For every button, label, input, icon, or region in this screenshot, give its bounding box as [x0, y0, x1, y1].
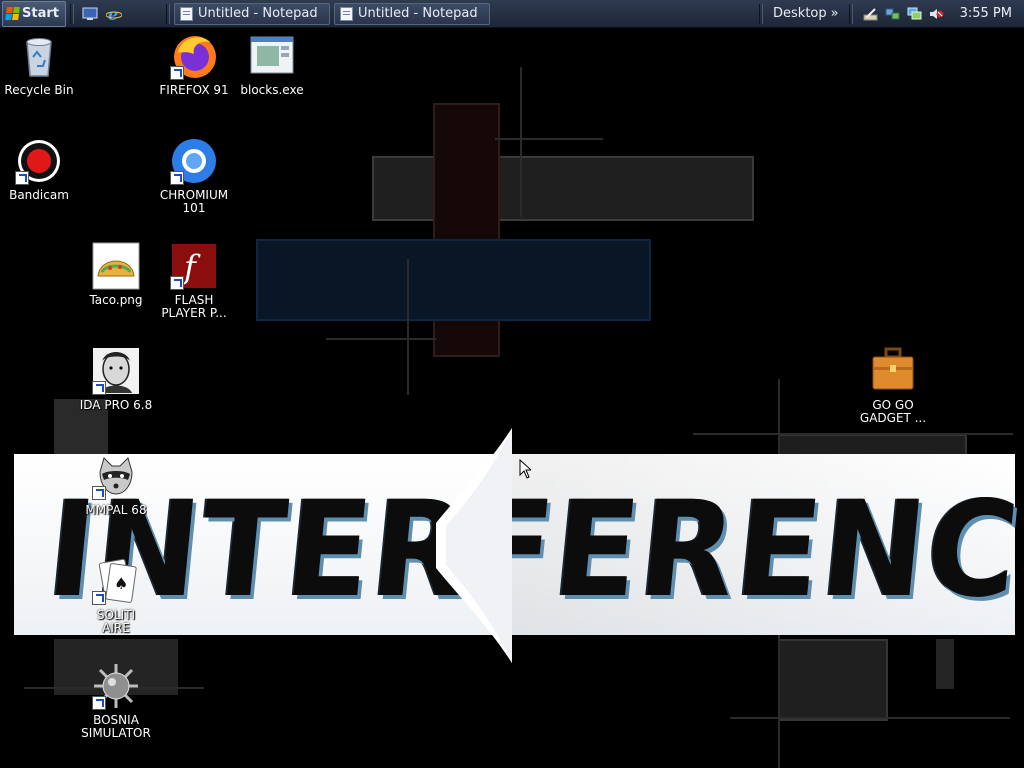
desktop-icon-label: Bandicam: [9, 188, 69, 202]
desktop-icon-flash-player[interactable]: f FLASH PLAYER P...: [149, 242, 239, 320]
wallpaper-line: [520, 67, 522, 217]
desktop-icon-go-go-gadget[interactable]: GO GO GADGET ...: [848, 347, 938, 425]
wallpaper-banner-text: INTERFERENCE: [41, 473, 1024, 627]
chevron-right-icon[interactable]: »: [831, 6, 839, 21]
taskbar-button-label: Untitled - Notepad: [357, 6, 478, 21]
desktop-icon-label: BOSNIA SIMULATOR: [81, 713, 151, 740]
taskbar-button-notepad-2[interactable]: Untitled - Notepad: [333, 2, 490, 25]
taskbar-separator: [848, 3, 853, 24]
taco-image-icon: [92, 242, 140, 290]
wallpaper-line: [407, 259, 409, 395]
svg-text:e: e: [108, 6, 118, 22]
desktop-icon-label: SOLITI AIRE: [96, 608, 136, 635]
desktop-toolbar[interactable]: Desktop »: [767, 6, 845, 21]
desktop-icon-firefox[interactable]: FIREFOX 91: [149, 32, 239, 97]
start-button[interactable]: Start: [2, 0, 66, 27]
windows-logo-icon: [5, 7, 20, 20]
taskbar-separator: [759, 3, 764, 24]
desktop-icon-recycle-bin[interactable]: Recycle Bin: [0, 32, 84, 97]
desktop-icon-label: MMPAL 68: [85, 503, 147, 517]
notepad-icon: [179, 6, 193, 21]
shortcut-arrow-icon: [170, 171, 184, 185]
flash-player-icon: f: [170, 242, 218, 290]
shortcut-arrow-icon: [92, 381, 106, 395]
shortcut-arrow-icon: [92, 486, 106, 500]
svg-text:♠: ♠: [114, 574, 128, 593]
shortcut-arrow-icon: [170, 66, 184, 80]
notepad-icon: [339, 6, 353, 21]
shortcut-arrow-icon: [15, 171, 29, 185]
internet-explorer-icon[interactable]: e: [105, 5, 123, 23]
desktop-toolbar-label: Desktop: [773, 6, 827, 21]
taskbar-button-notepad-1[interactable]: Untitled - Notepad: [173, 2, 330, 25]
taskbar-clock[interactable]: 3:55 PM: [950, 6, 1024, 21]
desktop-icon-label: Taco.png: [89, 293, 143, 307]
desktop-icon-ida-pro[interactable]: IDA PRO 6.8: [71, 347, 161, 412]
firefox-icon: [170, 32, 218, 80]
desktop-icon-label: CHROMIUM 101: [159, 188, 229, 215]
taskbar-separator: [69, 3, 74, 24]
wallpaper-line: [326, 338, 436, 340]
desktop-icon-label: Recycle Bin: [4, 83, 74, 97]
wallpaper-block: [936, 639, 954, 689]
desktop-icon-chromium[interactable]: CHROMIUM 101: [149, 137, 239, 215]
wallpaper-line: [693, 433, 1013, 435]
blocks-exe-icon: [248, 32, 296, 80]
shortcut-arrow-icon: [92, 696, 106, 710]
chromium-icon: [170, 137, 218, 185]
bandicam-icon: [15, 137, 63, 185]
solitaire-cards-icon: ♠: [92, 557, 140, 605]
desktop-icon-mmpal-68[interactable]: MMPAL 68: [71, 452, 161, 517]
taskbar-separator: [165, 3, 170, 24]
system-tray: [857, 7, 950, 21]
wallpaper-bar: [372, 156, 754, 221]
desktop-icon-blocks-exe[interactable]: blocks.exe: [227, 32, 317, 97]
wallpaper-line: [495, 138, 603, 140]
taskbar-right-area: Desktop » 3:55 PM: [755, 0, 1024, 27]
desktop-icon-label: GO GO GADGET ...: [859, 398, 927, 425]
wallpaper-bar: [256, 239, 651, 321]
ida-pro-icon: [92, 347, 140, 395]
start-label: Start: [22, 6, 59, 21]
briefcase-icon: [869, 347, 917, 395]
wallpaper-block: [778, 639, 888, 721]
desktop-icon-solitaire[interactable]: ♠ SOLITI AIRE: [71, 557, 161, 635]
raccoon-icon: [92, 452, 140, 500]
desktop-icon-label: blocks.exe: [240, 83, 304, 97]
shortcut-arrow-icon: [92, 591, 106, 605]
desktop-icon-bosnia-simulator[interactable]: BOSNIA SIMULATOR: [71, 662, 161, 740]
display-icon[interactable]: [907, 7, 922, 21]
shortcut-arrow-icon: [170, 276, 184, 290]
desktop-icon-label: IDA PRO 6.8: [79, 398, 153, 412]
wallpaper-flag-shape: [436, 428, 512, 663]
wallpaper-line: [730, 717, 1010, 719]
recycle-bin-icon: [15, 32, 63, 80]
network-icon[interactable]: [885, 7, 900, 21]
desktop-icon-taco-png[interactable]: Taco.png: [71, 242, 161, 307]
taskbar-button-label: Untitled - Notepad: [197, 6, 318, 21]
desktop-icon-label: FLASH PLAYER P...: [161, 293, 227, 320]
desktop-icon-bandicam[interactable]: Bandicam: [0, 137, 84, 202]
mouse-cursor-icon: [519, 459, 531, 479]
spiked-mine-icon: [92, 662, 140, 710]
taskbar: Start e Untitled - Notepad Untitled - No…: [0, 0, 1024, 28]
desktop-icon-label: FIREFOX 91: [159, 83, 229, 97]
show-desktop-icon[interactable]: [81, 5, 99, 23]
pen-input-icon[interactable]: [863, 7, 878, 21]
volume-muted-icon[interactable]: [929, 7, 944, 21]
